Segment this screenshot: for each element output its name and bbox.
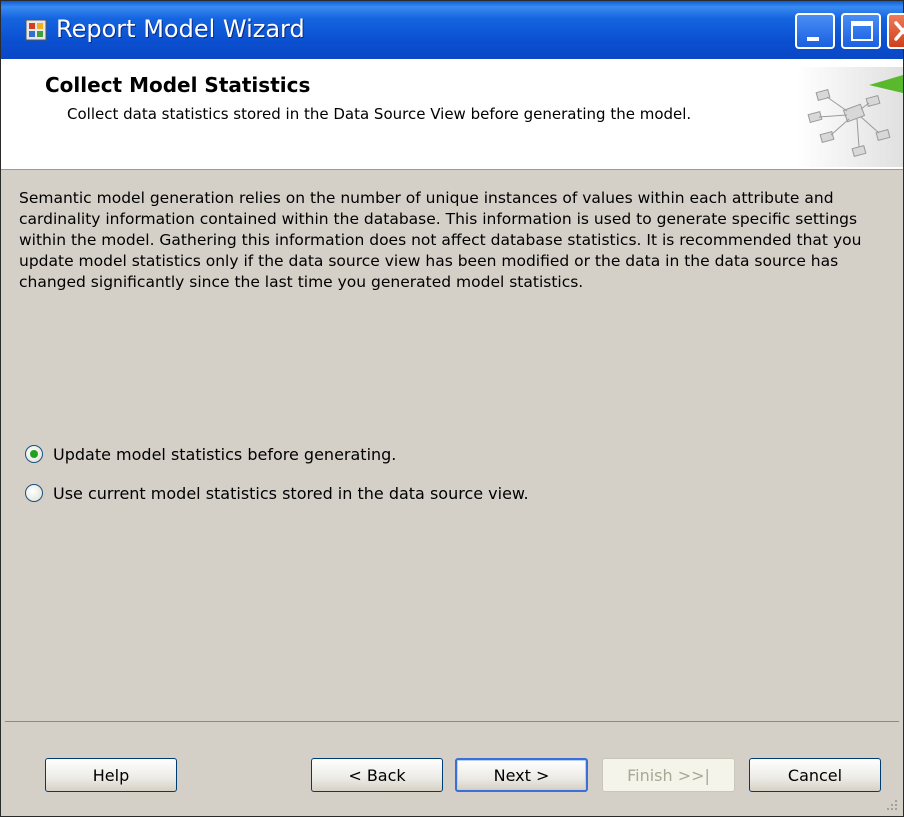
cancel-button[interactable]: Cancel [749,758,881,792]
radio-button-unselected[interactable] [25,484,43,502]
back-button[interactable]: < Back [311,758,443,792]
wizard-app-icon [25,19,47,41]
report-model-wizard-window: Report Model Wizard Collect Model Statis… [0,0,904,817]
maximize-icon [851,21,873,41]
maximize-button[interactable] [841,13,881,49]
wizard-banner-graphic-icon [797,67,903,167]
update-statistics-label[interactable]: Update model statistics before generatin… [53,445,396,464]
explanation-text: Semantic model generation relies on the … [19,189,862,291]
minimize-icon [807,37,819,41]
next-button[interactable]: Next > [455,758,588,792]
minimize-button[interactable] [795,13,835,49]
footer-divider [5,721,899,722]
use-current-statistics-option[interactable]: Use current model statistics stored in t… [25,481,529,505]
resize-grip-icon[interactable] [885,798,899,812]
use-current-statistics-label[interactable]: Use current model statistics stored in t… [53,484,529,503]
close-icon [894,21,904,41]
radio-button-selected[interactable] [25,445,43,463]
window-title: Report Model Wizard [56,15,305,43]
page-title: Collect Model Statistics [45,73,311,97]
page-description: Collect data statistics stored in the Da… [67,105,692,123]
title-bar[interactable]: Report Model Wizard [1,1,904,59]
update-statistics-option[interactable]: Update model statistics before generatin… [25,442,396,466]
wizard-header: Collect Model Statistics Collect data st… [1,59,903,170]
help-button[interactable]: Help [45,758,177,792]
finish-button: Finish >>| [602,758,735,792]
close-button[interactable] [887,13,904,49]
